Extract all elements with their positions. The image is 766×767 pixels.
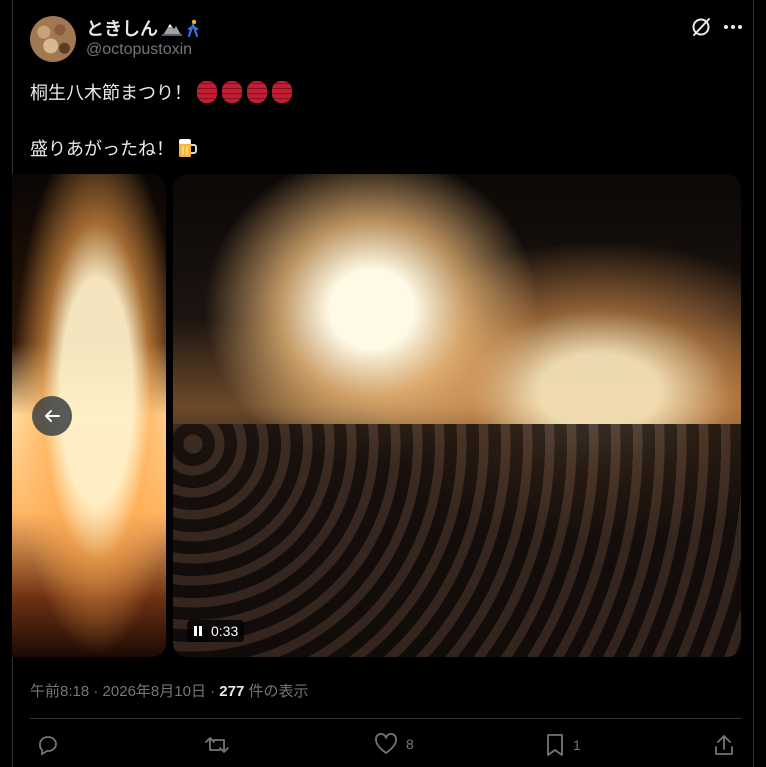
video-duration-badge[interactable]: 0:33	[187, 620, 245, 642]
like-button[interactable]: 8	[374, 733, 414, 755]
pause-icon[interactable]	[193, 625, 203, 637]
tweet-text-line-2: 盛りあがったね！	[30, 135, 197, 161]
display-name[interactable]: ときしん	[86, 15, 158, 41]
tweet-text-line-1: 桐生八木節まつり！	[30, 79, 292, 105]
beer-icon	[179, 139, 197, 157]
view-label: 件の表示	[248, 683, 309, 700]
retweet-button[interactable]	[204, 733, 230, 757]
grok-icon[interactable]	[690, 16, 712, 38]
view-count: 277	[219, 683, 245, 700]
meta-separator: ·	[93, 683, 99, 700]
bookmark-icon	[547, 734, 563, 756]
share-button[interactable]	[713, 733, 735, 757]
reply-button[interactable]	[36, 733, 60, 757]
person-walking-icon	[187, 19, 199, 37]
arrow-left-icon	[45, 410, 60, 422]
share-icon	[715, 735, 733, 755]
display-name-row[interactable]: ときしん	[86, 15, 200, 41]
mountain-icon	[162, 24, 182, 36]
video-crowd	[173, 424, 741, 657]
tweet-date[interactable]: 2026年8月10日	[103, 683, 206, 700]
retweet-icon	[205, 737, 229, 753]
avatar[interactable]	[30, 16, 76, 62]
heart-icon	[375, 733, 397, 754]
user-handle[interactable]: @octopustoxin	[86, 41, 192, 59]
divider	[30, 718, 742, 719]
bookmark-button[interactable]: 1	[545, 733, 581, 757]
lantern-icon	[247, 81, 267, 103]
carousel-prev-button[interactable]	[32, 396, 72, 436]
tweet-meta: 午前8:18 · 2026年8月10日 · 277 件の表示	[30, 680, 309, 701]
like-count: 8	[406, 736, 414, 752]
tweet-text-1: 桐生八木節まつり！	[30, 83, 192, 103]
lantern-icon	[222, 81, 242, 103]
video-duration: 0:33	[211, 623, 239, 639]
lantern-icon	[272, 81, 292, 103]
meta-separator: ·	[210, 683, 216, 700]
lantern-icon	[197, 81, 217, 103]
reply-icon	[39, 736, 57, 756]
tweet-time[interactable]: 午前8:18	[30, 683, 89, 700]
media-video[interactable]	[173, 174, 741, 657]
bookmark-count: 1	[573, 737, 581, 753]
more-icon[interactable]	[722, 16, 744, 38]
tweet-text-2: 盛りあがったね！	[30, 139, 174, 159]
